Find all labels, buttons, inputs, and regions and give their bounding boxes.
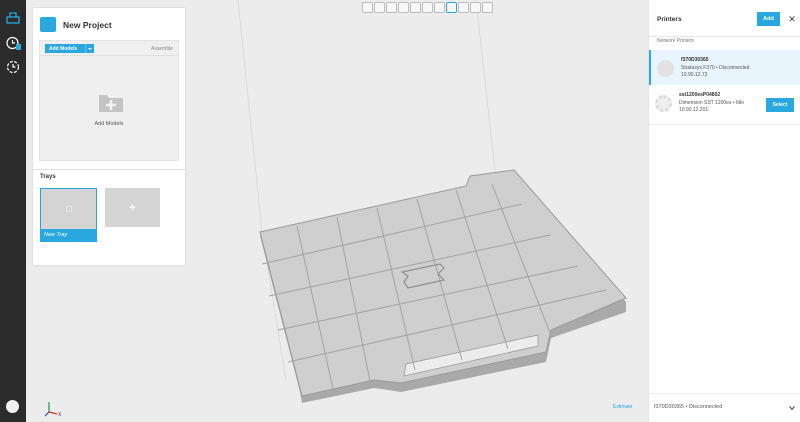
plus-icon: + <box>129 201 136 214</box>
models-divider <box>40 55 178 56</box>
view-iso-icon[interactable] <box>434 2 445 13</box>
printer-idle-icon <box>655 95 672 112</box>
printers-divider <box>649 36 800 37</box>
tray-card[interactable]: New Tray <box>40 188 97 242</box>
printer-model-status: Stratasys F370 • Disconnected <box>681 65 750 71</box>
network-printers-label: Network Printers <box>657 38 694 44</box>
view-front-icon[interactable] <box>362 2 373 13</box>
printer-ip: 10.90.12.73 <box>681 72 708 78</box>
view-left-icon[interactable] <box>386 2 397 13</box>
add-models-hint: Add Models <box>94 121 124 127</box>
project-panel: New Project Add Models Assemble Add Mode… <box>33 8 185 265</box>
tray-name: New Tray <box>41 229 96 241</box>
printer-disconnected-icon <box>657 60 674 77</box>
axis-x-label: X <box>58 412 62 417</box>
trays-heading: Trays <box>40 174 56 180</box>
project-folder-icon <box>40 17 56 32</box>
tray-thumbnail <box>41 189 96 229</box>
add-models-label: Add Models <box>49 45 78 52</box>
printer-row[interactable]: sst1200esP04802 Dimension SST 1200es • I… <box>649 85 800 125</box>
printer-ip: 10.90.12.201 <box>679 107 709 113</box>
printer-icon[interactable] <box>3 8 23 28</box>
view-right-icon[interactable] <box>398 2 409 13</box>
chevron-down-icon[interactable] <box>85 44 94 53</box>
zoom-out-icon[interactable] <box>470 2 481 13</box>
add-folder-icon[interactable] <box>98 91 124 113</box>
view-toolbar <box>362 2 493 14</box>
add-tray-button[interactable]: + <box>105 188 160 227</box>
panel-divider <box>33 169 185 170</box>
add-models-button[interactable]: Add Models <box>45 44 94 53</box>
axes-indicator: X <box>44 402 62 417</box>
view-top-icon[interactable] <box>410 2 421 13</box>
view-home-icon[interactable] <box>446 2 457 13</box>
printers-panel: Printers Add ✕ Network Printers f370D303… <box>648 0 800 422</box>
printer-name: sst1200esP04802 <box>679 92 721 98</box>
navigation-rail <box>0 0 26 422</box>
printer-status-bar[interactable]: f370D30365 • Disconnected <box>649 393 800 422</box>
printer-model-status: Dimension SST 1200es • Idle <box>679 100 745 106</box>
current-printer-status: f370D30365 • Disconnected <box>654 404 723 410</box>
estimate-link[interactable]: Estimate <box>613 404 632 410</box>
zoom-in-icon[interactable] <box>458 2 469 13</box>
chevron-down-icon[interactable] <box>789 405 795 411</box>
add-printer-button[interactable]: Add <box>757 12 780 26</box>
history-icon[interactable] <box>3 57 23 77</box>
models-area[interactable]: Add Models Assemble Add Models <box>39 40 179 161</box>
view-back-icon[interactable] <box>374 2 385 13</box>
view-bottom-icon[interactable] <box>422 2 433 13</box>
job-queue-icon[interactable] <box>3 33 23 53</box>
printer-name: f370D30365 <box>681 57 709 63</box>
tray-thumbnail-mark <box>66 206 72 212</box>
close-icon[interactable]: ✕ <box>787 14 797 24</box>
printer-row[interactable]: f370D30365 Stratasys F370 • Disconnected… <box>649 50 800 90</box>
zoom-fit-icon[interactable] <box>482 2 493 13</box>
printers-title: Printers <box>657 16 682 23</box>
assemble-toggle[interactable]: Assemble <box>151 46 173 52</box>
select-printer-button[interactable]: Select <box>766 98 794 112</box>
avatar[interactable] <box>6 400 19 413</box>
project-title[interactable]: New Project <box>63 20 112 30</box>
project-header: New Project <box>33 8 185 38</box>
